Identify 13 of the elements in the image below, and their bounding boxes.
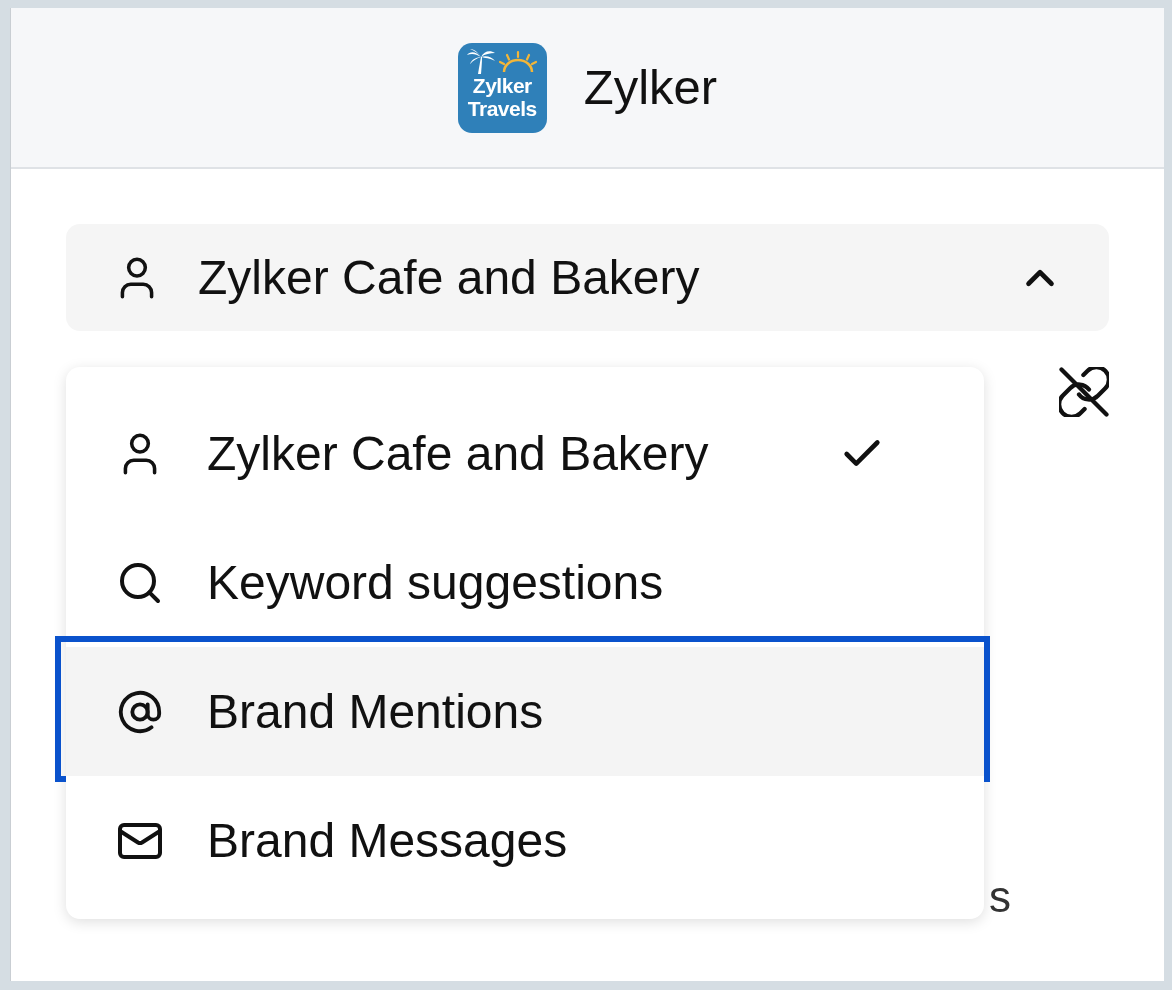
logo-text: Zylker: [472, 73, 532, 97]
palm-tree-icon: [466, 47, 497, 74]
menu-item[interactable]: Zylker Cafe and Bakery: [66, 389, 984, 518]
app-title: Zylker: [583, 63, 718, 112]
sun-icon: [498, 49, 539, 74]
logo-text: Travels: [467, 96, 537, 120]
account-select[interactable]: Zylker Cafe and Bakery: [66, 224, 1109, 331]
menu-item[interactable]: Brand Mentions: [66, 647, 984, 776]
crossed-link-icon[interactable]: [1059, 367, 1109, 417]
menu-item[interactable]: Brand Messages: [66, 776, 984, 905]
menu-item[interactable]: Keyword suggestions: [66, 518, 984, 647]
covered-text: s: [989, 875, 1011, 919]
at-sign-icon: [117, 688, 163, 735]
